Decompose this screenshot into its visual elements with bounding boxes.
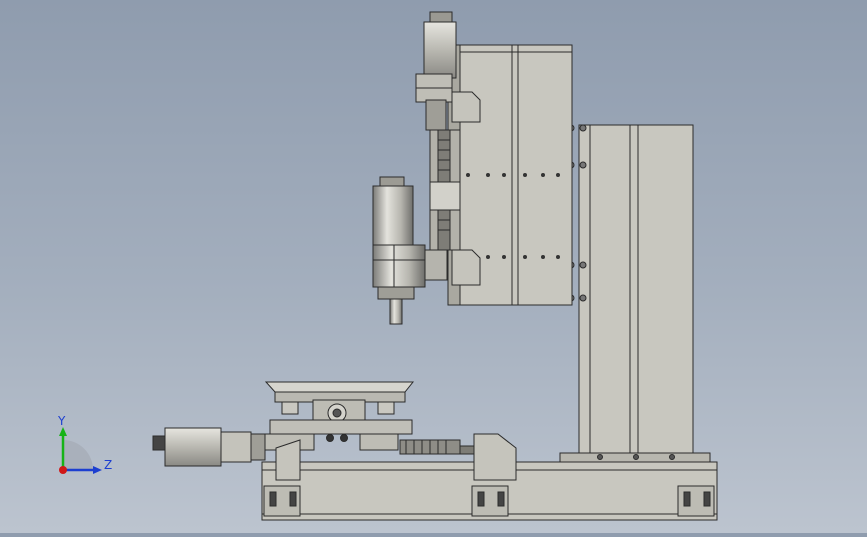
y-axis-label: Y (57, 414, 66, 428)
y-axis-head (59, 427, 67, 436)
x-axis-dot (59, 466, 67, 474)
z-axis-head (93, 466, 102, 474)
x-axis-motor[interactable] (152, 427, 266, 467)
machine-column[interactable] (559, 124, 711, 463)
z-axis-label: Z (104, 458, 112, 472)
cad-viewport[interactable] (0, 0, 867, 533)
triad-quadrant (63, 440, 93, 470)
cnc-machine-model[interactable] (0, 0, 867, 533)
work-table[interactable] (261, 381, 415, 451)
axis-triad: Y Z (40, 405, 120, 485)
